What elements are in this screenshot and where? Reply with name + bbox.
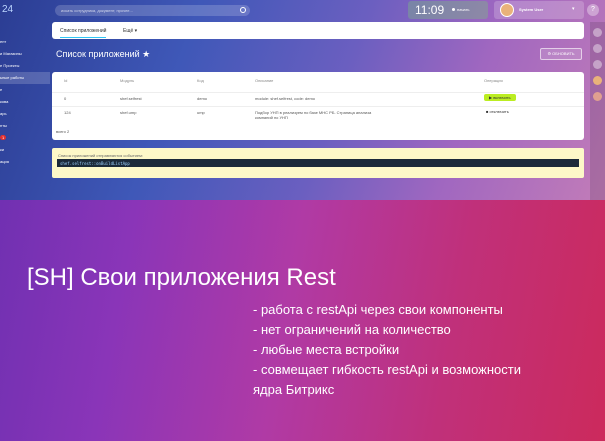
sidebar-item[interactable]: е Проекты <box>0 60 50 72</box>
col-header[interactable]: Id <box>64 78 67 83</box>
table-header: Id Модуль Код Описание Операция <box>52 78 584 86</box>
avatar <box>500 3 514 17</box>
col-header[interactable]: Описание <box>255 78 273 83</box>
contact-avatar[interactable] <box>593 76 602 85</box>
notification-icon[interactable] <box>593 28 602 37</box>
cell-code: demo <box>197 96 208 101</box>
sidebar-item[interactable]: нты <box>0 120 50 132</box>
col-header[interactable]: Код <box>197 78 204 83</box>
event-text: Список приложений отправляются событием: <box>58 153 143 158</box>
search-placeholder: искать сотрудника, документ, прочее... <box>61 8 133 13</box>
feature-item: - работа с restApi через свои компоненты <box>253 302 503 317</box>
sidebar-item[interactable]: кова <box>0 96 50 108</box>
refresh-label: ОБНОВИТЬ <box>552 51 575 56</box>
chat-icon[interactable] <box>593 44 602 53</box>
top-bar: 24 искать сотрудника, документ, прочее..… <box>0 0 605 20</box>
sidebar-item[interactable]: ент <box>0 36 50 48</box>
help-icon[interactable]: ? <box>587 4 599 16</box>
user-menu[interactable]: System User ▾ <box>494 1 584 19</box>
enable-button[interactable]: ▶ включить <box>484 94 516 101</box>
cell-desc: Подбор УНП в реализуем по базе МНС РБ. С… <box>255 110 372 120</box>
right-toolbar <box>590 22 605 200</box>
sidebar-item-badge[interactable]: 1 <box>0 132 50 144</box>
table-row: 0 shef.selfrest demo module: shef.selfre… <box>52 92 584 102</box>
col-header[interactable]: Операция <box>484 78 503 83</box>
feature-item: - совмещает гибкость restApi и возможнос… <box>253 362 521 377</box>
tab-more-label: Ещё <box>123 28 134 34</box>
start-button[interactable]: начать <box>452 7 469 12</box>
refresh-button[interactable]: ⚙ ОБНОВИТЬ <box>540 48 582 60</box>
banner-title: [SH] Свои приложения Rest <box>27 264 336 291</box>
clock-widget[interactable]: 11:09 начать <box>408 1 488 19</box>
search-contacts-icon[interactable] <box>593 60 602 69</box>
cell-id: 0 <box>64 96 67 101</box>
chevron-down-icon: ▾ <box>134 28 138 34</box>
sidebar-item[interactable]: арь <box>0 108 50 120</box>
cell-desc: module: shef.selfrest, code: demo <box>255 96 316 101</box>
table-row: 124 shef.ump ump Подбор УНП в реализуем … <box>52 106 584 120</box>
feature-item: - нет ограничений на количество <box>253 322 451 337</box>
tab-more[interactable]: Ещё ▾ <box>123 28 137 34</box>
cell-module: shef.ump <box>120 110 137 115</box>
sidebar-item-active[interactable]: ьные работы <box>0 72 50 84</box>
page-title: Список приложений ★ <box>56 49 151 59</box>
event-info-panel: Список приложений отправляются событием:… <box>52 148 584 178</box>
event-code: shef.selfrest::onBuildListApp <box>57 159 579 167</box>
chevron-down-icon: ▾ <box>572 6 575 12</box>
counter-badge: 1 <box>0 135 7 140</box>
cell-module: shef.selfrest <box>120 96 142 101</box>
cell-code: ump <box>197 110 205 115</box>
sidebar-item[interactable]: ки <box>0 144 50 156</box>
app-screenshot: 24 искать сотрудника, документ, прочее..… <box>0 0 605 200</box>
disable-button[interactable]: ■ отключить <box>486 109 509 114</box>
tabs-bar: Список приложений Ещё ▾ <box>52 22 584 39</box>
logo[interactable]: 24 <box>2 4 13 15</box>
user-name: System User <box>519 7 544 12</box>
sidebar-item[interactable]: и Магазины <box>0 48 50 60</box>
total-count: всего 2 <box>56 129 70 134</box>
search-input[interactable]: искать сотрудника, документ, прочее... <box>55 5 250 16</box>
search-icon <box>240 7 246 13</box>
feature-item: ядра Битрикс <box>253 382 335 397</box>
clock: 11:09 <box>415 3 445 17</box>
apps-table: Id Модуль Код Описание Операция 0 shef.s… <box>52 72 584 140</box>
left-sidebar: ент и Магазины е Проекты ьные работы е к… <box>0 36 50 168</box>
contact-avatar[interactable] <box>593 92 602 101</box>
sidebar-item[interactable]: ация <box>0 156 50 168</box>
col-header[interactable]: Модуль <box>120 78 134 83</box>
sidebar-item[interactable]: е <box>0 84 50 96</box>
cell-id: 124 <box>64 110 71 115</box>
gear-icon: ⚙ <box>547 51 552 56</box>
feature-item: - любые места встройки <box>253 342 400 357</box>
tab-app-list[interactable]: Список приложений <box>60 28 107 38</box>
